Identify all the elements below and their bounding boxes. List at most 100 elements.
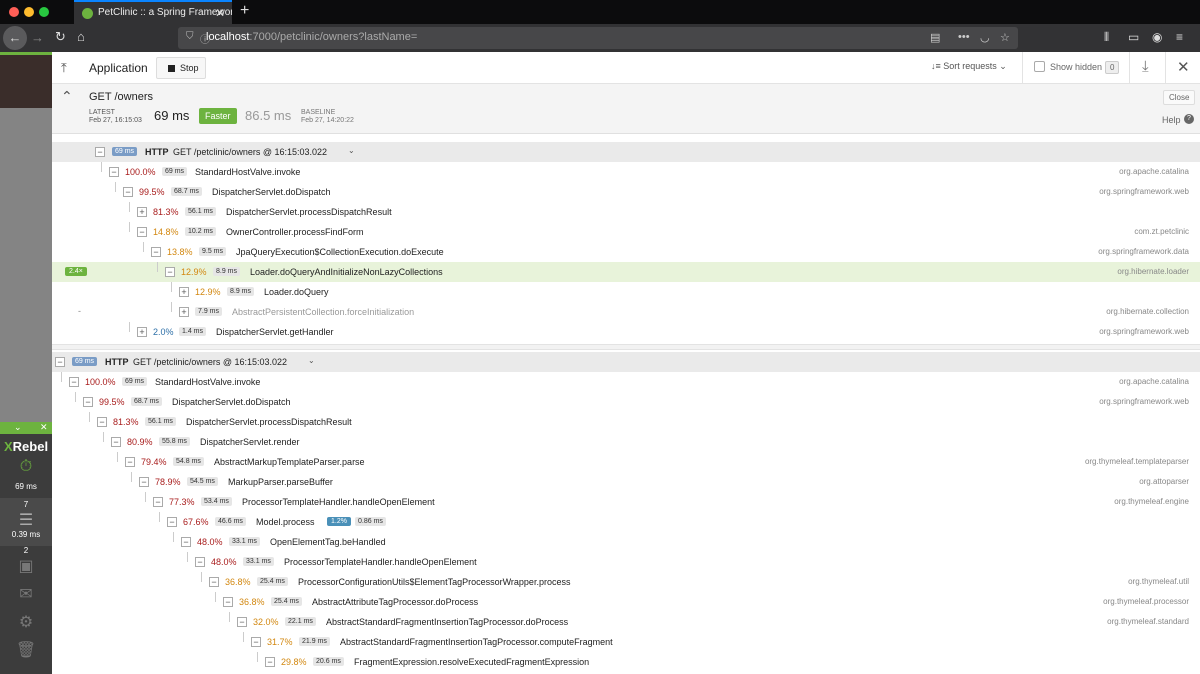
pocket-icon[interactable]: ◡	[980, 31, 990, 44]
method-name: JpaQueryExecution$CollectionExecution.do…	[236, 247, 444, 257]
expand-toggle-icon[interactable]: −	[97, 417, 107, 427]
trace-row[interactable]: −36.8% 25.4 ms AbstractAttributeTagProcess…	[52, 592, 1200, 612]
trace-header-row[interactable]: −69 ms HTTP GET /petclinic/owners @ 16:15:…	[52, 352, 1200, 372]
trace-row[interactable]: −32.0% 22.1 ms AbstractStandardFragmentIns…	[52, 612, 1200, 632]
expand-toggle-icon[interactable]: −	[83, 397, 93, 407]
trace-row[interactable]: −13.8% 9.5 ms JpaQueryExecution$Collection…	[52, 242, 1200, 262]
trace-row[interactable]: −48.0% 33.1 ms OpenElementTag.beHandled	[52, 532, 1200, 552]
reader-view-icon[interactable]: ▤	[930, 31, 940, 44]
account-icon[interactable]: ◉	[1152, 30, 1162, 44]
trace-row[interactable]: −36.8% 25.4 ms ProcessorConfigurationUtils…	[52, 572, 1200, 592]
stopwatch-icon[interactable]: ⏱	[0, 458, 52, 476]
trace-row[interactable]: +81.3% 56.1 ms DispatcherServlet.processDi…	[52, 202, 1200, 222]
expand-toggle-icon[interactable]: −	[165, 267, 175, 277]
help-link[interactable]: Help	[1162, 115, 1181, 125]
collapse-toggle-icon[interactable]: −	[95, 147, 105, 157]
mail-icon[interactable]: ✉	[0, 584, 52, 604]
trace-row[interactable]: −67.6% 46.6 ms Model.process 1.2% 0.86 ms	[52, 512, 1200, 532]
reload-icon[interactable]: ↻	[55, 29, 66, 45]
trace-row[interactable]: −14.8% 10.2 ms OwnerController.processFind…	[52, 222, 1200, 242]
trace-header-row[interactable]: −69 ms HTTP GET /petclinic/owners @ 16:15:…	[52, 142, 1200, 162]
expand-toggle-icon[interactable]: −	[111, 437, 121, 447]
xrebel-toolbar-toggle[interactable]: ⌄ ✕	[0, 422, 52, 434]
tab-close-icon[interactable]: ✕	[215, 6, 225, 20]
trace-row[interactable]: −100.0% 69 ms StandardHostValve.invoke org.…	[52, 162, 1200, 182]
chevron-down-icon[interactable]: ⌄	[308, 356, 315, 365]
trace-row[interactable]: +2.0% 1.4 ms DispatcherServlet.getHandler o…	[52, 322, 1200, 342]
trace-row[interactable]: −100.0% 69 ms StandardHostValve.invoke org.…	[52, 372, 1200, 392]
close-button[interactable]: Close	[1163, 90, 1196, 105]
home-icon[interactable]: ⌂	[77, 29, 85, 44]
trace-row[interactable]: −99.5% 68.7 ms DispatcherServlet.doDispatc…	[52, 182, 1200, 202]
expand-toggle-icon[interactable]: −	[223, 597, 233, 607]
stop-button[interactable]: Stop	[156, 57, 206, 79]
help-question-icon[interactable]: ?	[1184, 114, 1194, 124]
trace-row[interactable]: −78.9% 54.5 ms MarkupParser.parseBuffer org…	[52, 472, 1200, 492]
window-close-button[interactable]	[9, 7, 19, 17]
expand-toggle-icon[interactable]: −	[139, 477, 149, 487]
expand-toggle-icon[interactable]: −	[123, 187, 133, 197]
trace-row[interactable]: −48.0% 33.1 ms ProcessorTemplateHandler.ha…	[52, 552, 1200, 572]
pin-top-icon[interactable]: ⤒	[61, 60, 67, 76]
trace-row[interactable]: −79.4% 54.8 ms AbstractMarkupTemplateParse…	[52, 452, 1200, 472]
trace-row[interactable]: −81.3% 56.1 ms DispatcherServlet.processDi…	[52, 412, 1200, 432]
close-panel-icon[interactable]: ✕	[1177, 58, 1190, 76]
database-icon[interactable]: ☰	[0, 510, 52, 530]
tracking-shield-icon[interactable]: ⛉	[186, 31, 194, 42]
trace-row[interactable]: 2.4× −12.9% 8.9 ms Loader.doQueryAndInitial…	[52, 262, 1200, 282]
expand-toggle-icon[interactable]: −	[153, 497, 163, 507]
expand-toggle-icon[interactable]: +	[179, 307, 189, 317]
sidebar-toggle-icon[interactable]: ▭	[1128, 30, 1139, 44]
expand-toggle-icon[interactable]: +	[137, 207, 147, 217]
forward-arrow-icon[interactable]: →	[31, 30, 44, 45]
window-zoom-button[interactable]	[39, 7, 49, 17]
sort-requests-dropdown[interactable]: ↓≡ Sort requests ⌄	[931, 61, 1007, 72]
trace-row[interactable]: −29.8% 20.6 ms FragmentExpression.resolveE…	[52, 652, 1200, 672]
expand-toggle-icon[interactable]: −	[137, 227, 147, 237]
menu-icon[interactable]: ≡	[1176, 30, 1183, 44]
expand-toggle-icon[interactable]: −	[125, 457, 135, 467]
expand-toggle-icon[interactable]: −	[237, 617, 247, 627]
collapse-toggle-icon[interactable]: −	[55, 357, 65, 367]
expand-toggle-icon[interactable]: −	[195, 557, 205, 567]
method-name: Loader.doQueryAndInitializeNonLazyCollec…	[250, 267, 443, 277]
expand-toggle-icon[interactable]: +	[137, 327, 147, 337]
show-hidden-checkbox[interactable]	[1034, 61, 1045, 72]
new-tab-plus-icon[interactable]: +	[240, 2, 249, 20]
collapse-chevron-icon[interactable]: ⌄	[14, 422, 22, 433]
invocation-count-badge: 2.4×	[65, 267, 87, 276]
expand-icon[interactable]: ✕	[40, 422, 48, 433]
expand-toggle-icon[interactable]: −	[181, 537, 191, 547]
expand-toggle-icon[interactable]: −	[209, 577, 219, 587]
address-bar[interactable]: ⛉ ⓘ localhost:7000/petclinic/owners?last…	[178, 27, 1018, 49]
bookmark-star-icon[interactable]: ☆	[1000, 31, 1010, 44]
trash-icon[interactable]: 🗑	[0, 640, 52, 660]
expand-toggle-icon[interactable]: −	[167, 517, 177, 527]
trace-row[interactable]: −31.7% 21.9 ms AbstractStandardFragmentIns…	[52, 632, 1200, 652]
trace-row[interactable]: −77.3% 53.4 ms ProcessorTemplateHandler.ha…	[52, 492, 1200, 512]
trace-row[interactable]: −99.5% 68.7 ms DispatcherServlet.doDispatc…	[52, 392, 1200, 412]
expand-toggle-icon[interactable]: −	[265, 657, 275, 667]
library-icon[interactable]: ⫴	[1104, 30, 1109, 45]
expand-toggle-icon[interactable]: −	[109, 167, 119, 177]
page-actions-icon[interactable]: •••	[958, 31, 970, 43]
expand-toggle-icon[interactable]: −	[251, 637, 261, 647]
window-minimize-button[interactable]	[24, 7, 34, 17]
back-arrow-icon[interactable]: ←	[3, 26, 27, 50]
expand-toggle-icon[interactable]: −	[69, 377, 79, 387]
trace-row[interactable]: +12.9% 8.9 ms Loader.doQuery	[52, 282, 1200, 302]
trace-row[interactable]: - +7.9 ms AbstractPersistentCollection.for…	[52, 302, 1200, 322]
site-info-icon[interactable]: ⓘ	[200, 31, 210, 46]
trace-row[interactable]: −80.9% 55.8 ms DispatcherServlet.render	[52, 432, 1200, 452]
collapse-chevron-up-icon[interactable]: ⌃	[61, 88, 73, 105]
settings-gear-icon[interactable]: ⚙	[0, 612, 52, 632]
monitor-icon[interactable]: ▣	[0, 556, 52, 576]
download-icon[interactable]: ⤓	[1142, 58, 1149, 75]
chevron-down-icon[interactable]: ⌄	[348, 146, 355, 155]
url-path: :7000/petclinic/owners?lastName=	[249, 31, 418, 43]
browser-tab-petclinic[interactable]: PetClinic :: a Spring Framework ✕	[74, 0, 232, 24]
percent-value: 78.9%	[155, 477, 181, 487]
spring-leaf-icon	[82, 8, 93, 19]
expand-toggle-icon[interactable]: +	[179, 287, 189, 297]
expand-toggle-icon[interactable]: −	[151, 247, 161, 257]
